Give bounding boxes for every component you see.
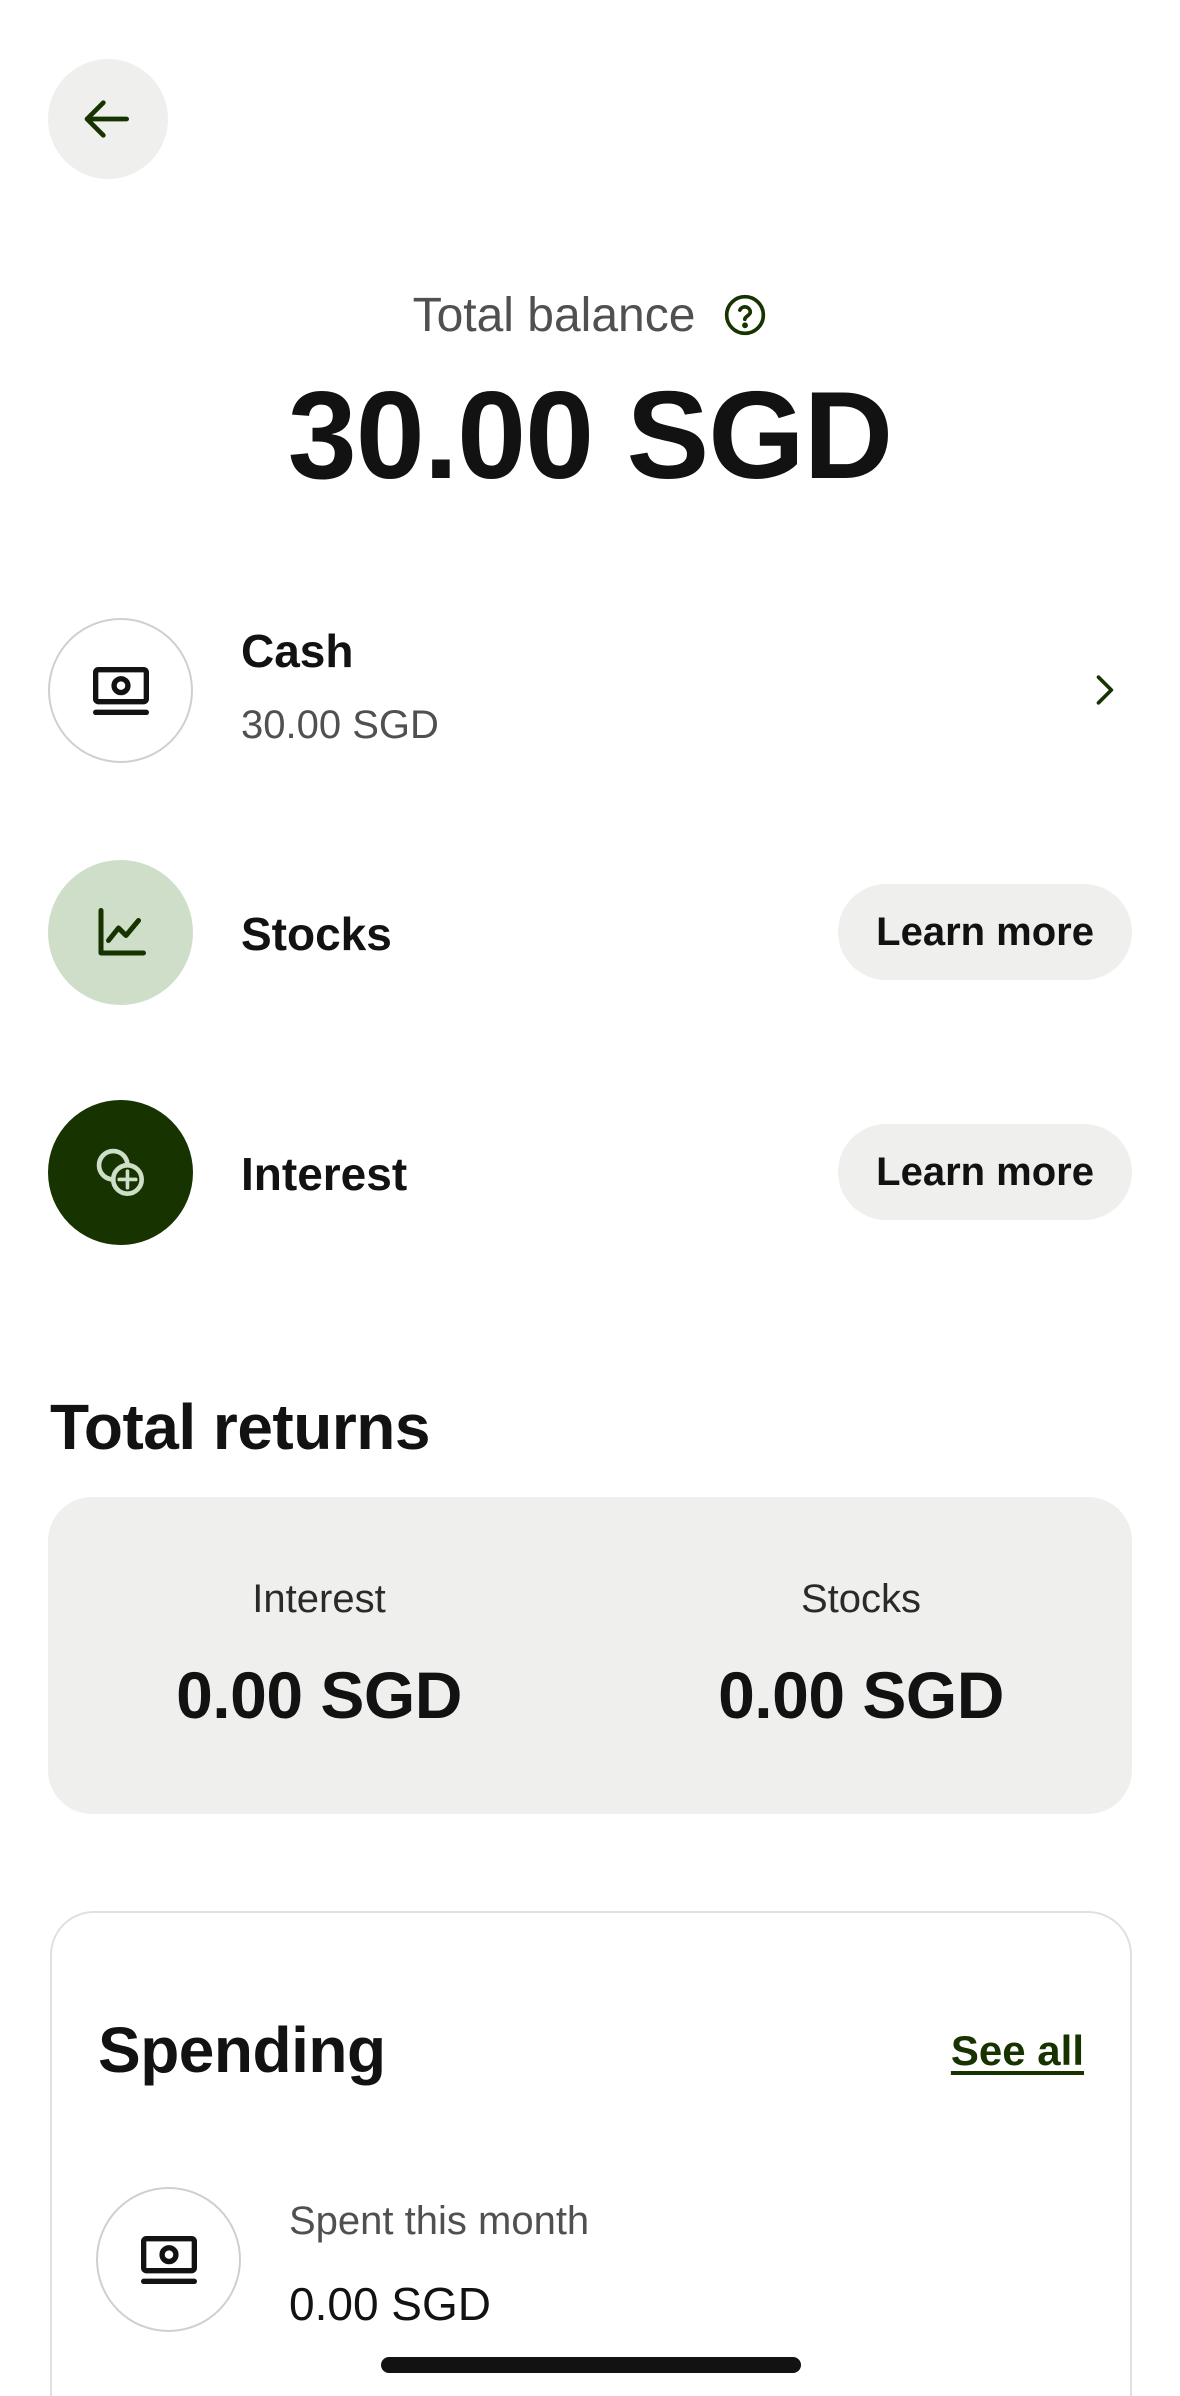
chevron-right-icon[interactable] [1082,668,1126,712]
account-title: Stocks [241,908,392,960]
line-chart-icon [48,860,193,1005]
account-title: Cash [241,625,354,677]
total-balance-label: Total balance [412,288,696,342]
account-row-cash[interactable]: Cash 30.00 SGD [48,618,1132,763]
total-balance-amount: 30.00 SGD [287,367,893,505]
home-indicator [381,2357,801,2373]
back-button[interactable] [48,59,168,179]
account-balance: 30.00 SGD [241,703,439,747]
account-row-interest[interactable]: Interest Learn more [48,1100,1132,1245]
coins-sparkle-icon [48,1100,193,1245]
question-circle-icon[interactable] [723,293,767,337]
account-title: Interest [241,1148,408,1200]
returns-stocks-label: Stocks [800,1577,922,1621]
balance-header: Total balance [0,285,1180,345]
interest-learn-more-button[interactable]: Learn more [838,1124,1132,1220]
returns-stocks: Stocks 0.00 SGD [590,1497,1132,1814]
banknote-icon [48,618,193,763]
total-returns-title: Total returns [50,1391,430,1463]
returns-interest-label: Interest [252,1577,386,1621]
returns-interest-value: 0.00 SGD [176,1658,462,1732]
spent-this-month-value: 0.00 SGD [289,2278,491,2330]
stocks-learn-more-button[interactable]: Learn more [838,884,1132,980]
spending-title: Spending [98,2014,386,2086]
returns-stocks-value: 0.00 SGD [718,1658,1004,1732]
arrow-left-icon [80,91,136,147]
returns-interest: Interest 0.00 SGD [48,1497,590,1814]
returns-card: Interest 0.00 SGD Stocks 0.00 SGD [48,1497,1132,1814]
banknote-icon [96,2187,241,2332]
spent-this-month-label: Spent this month [289,2199,590,2243]
spending-card: Spending See all Spent this month 0.00 S… [50,1911,1132,2396]
account-row-stocks[interactable]: Stocks Learn more [48,860,1132,1005]
see-all-link[interactable]: See all [951,2027,1084,2075]
